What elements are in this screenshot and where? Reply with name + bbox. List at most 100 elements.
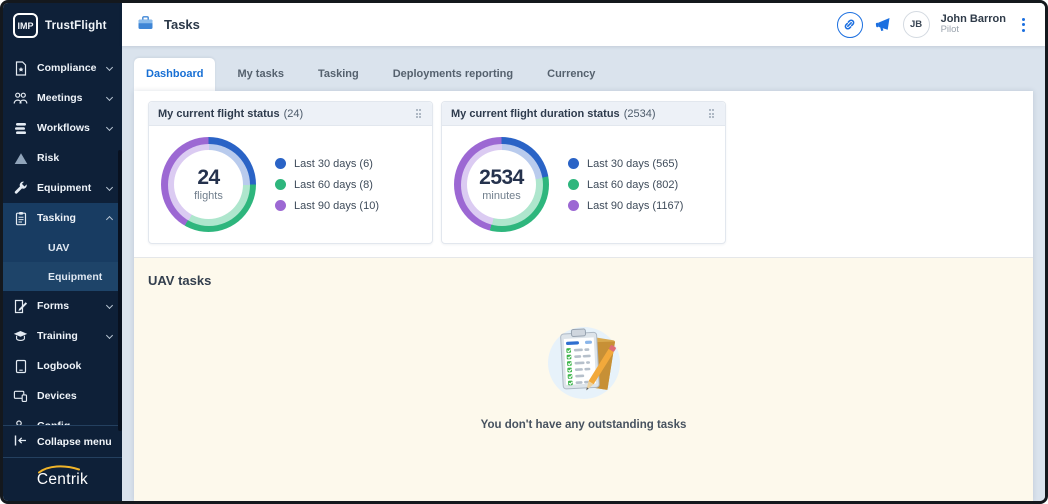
brand-name: TrustFlight [45, 20, 107, 32]
tab-my-tasks[interactable]: My tasks [225, 58, 295, 91]
link-icon [842, 17, 857, 32]
megaphone-icon [874, 16, 892, 33]
card-title: My current flight status [158, 108, 280, 120]
sidebar-item-risk[interactable]: Risk [3, 143, 122, 173]
page-title-text: Tasks [164, 17, 200, 32]
legend-item: Last 90 days (1167) [568, 200, 683, 212]
sidebar-item-meetings[interactable]: Meetings [3, 83, 122, 113]
donut-center: 24 flights [174, 150, 243, 219]
chevron-down-icon [106, 123, 113, 130]
legend-dot-purple [275, 200, 286, 211]
dashboard-panel: My current flight status (24) 24 flights [134, 91, 1033, 501]
card-title: My current flight duration status [451, 108, 620, 120]
logo-badge: IMP [13, 13, 38, 38]
header-actions: JB John Barron Pilot [837, 11, 1030, 38]
sidebar-subitem-equipment[interactable]: Equipment [3, 262, 122, 291]
legend-dot-green [568, 179, 579, 190]
sidebar-scrollbar[interactable] [118, 150, 122, 431]
sidebar-group-tasking: Tasking UAV Equipment [3, 203, 122, 291]
legend-label: Last 90 days (1167) [587, 200, 683, 212]
chart-legend: Last 30 days (6) Last 60 days (8) Last 9… [275, 158, 379, 212]
card-count: (2534) [624, 108, 656, 120]
app-window: IMP TrustFlight Compliance Meetings Work… [0, 0, 1048, 504]
legend-dot-purple [568, 200, 579, 211]
tab-dashboard[interactable]: Dashboard [134, 58, 215, 91]
sidebar-item-workflows[interactable]: Workflows [3, 113, 122, 143]
sidebar-item-devices[interactable]: Devices [3, 381, 122, 411]
logbook-icon [13, 359, 28, 374]
card-count: (24) [284, 108, 304, 120]
chevron-down-icon [106, 93, 113, 100]
chevron-down-icon [106, 301, 113, 308]
collapse-arrow-icon [13, 434, 28, 450]
tab-bar: Dashboard My tasks Tasking Deployments r… [122, 46, 1045, 91]
sidebar-item-config[interactable]: Config [3, 411, 122, 425]
donut-center-value: 2534 [479, 167, 524, 188]
sidebar-nav: Compliance Meetings Workflows Risk Equip… [3, 46, 122, 425]
legend-item: Last 60 days (8) [275, 179, 379, 191]
tab-currency[interactable]: Currency [535, 58, 607, 91]
training-cap-icon [13, 330, 28, 343]
sidebar-item-training[interactable]: Training [3, 321, 122, 351]
tab-deployments-reporting[interactable]: Deployments reporting [381, 58, 525, 91]
donut-center-value: 24 [197, 167, 219, 188]
tasks-briefcase-icon [137, 15, 154, 34]
legend-dot-green [275, 179, 286, 190]
flight-status-card-header: My current flight status (24) [149, 102, 432, 126]
flight-duration-status-card: My current flight duration status (2534)… [441, 101, 726, 244]
more-options-button[interactable] [1017, 16, 1030, 34]
chevron-up-icon [106, 216, 113, 223]
centrik-logo: Centrik [37, 471, 88, 489]
sidebar: IMP TrustFlight Compliance Meetings Work… [3, 3, 122, 501]
page-title: Tasks [137, 15, 200, 34]
tab-tasking[interactable]: Tasking [306, 58, 371, 91]
sidebar-item-label: Tasking [37, 212, 76, 224]
user-menu[interactable]: John Barron Pilot [941, 13, 1006, 37]
sidebar-subitem-label: Equipment [48, 271, 102, 283]
workflows-layers-icon [13, 122, 28, 135]
chevron-down-icon [106, 63, 113, 70]
empty-state: You don't have any outstanding tasks [148, 322, 1019, 431]
legend-item: Last 90 days (10) [275, 200, 379, 212]
sidebar-item-label: Forms [37, 300, 69, 312]
sidebar-item-compliance[interactable]: Compliance [3, 53, 122, 83]
sidebar-footer: Centrik [3, 458, 122, 501]
sidebar-item-label: Risk [37, 152, 59, 164]
legend-label: Last 30 days (565) [587, 158, 678, 170]
sidebar-item-label: Training [37, 330, 78, 342]
flight-status-card: My current flight status (24) 24 flights [148, 101, 433, 244]
avatar[interactable]: JB [903, 11, 930, 38]
sidebar-item-equipment[interactable]: Equipment [3, 173, 122, 203]
legend-label: Last 60 days (8) [294, 179, 373, 191]
collapse-menu-button[interactable]: Collapse menu [3, 425, 122, 458]
link-button[interactable] [837, 12, 863, 38]
legend-label: Last 60 days (802) [587, 179, 678, 191]
sidebar-item-logbook[interactable]: Logbook [3, 351, 122, 381]
main-area: Tasks JB John Barron Pilot Da [122, 3, 1045, 501]
drag-handle-icon[interactable] [707, 107, 717, 120]
flight-duration-card-header: My current flight duration status (2534) [442, 102, 725, 126]
legend-label: Last 30 days (6) [294, 158, 373, 170]
legend-dot-blue [275, 158, 286, 169]
uav-tasks-title: UAV tasks [148, 273, 1019, 288]
chevron-down-icon [106, 331, 113, 338]
legend-label: Last 90 days (10) [294, 200, 379, 212]
legend-item: Last 30 days (565) [568, 158, 683, 170]
equipment-wrench-icon [13, 181, 28, 196]
sidebar-item-label: Logbook [37, 360, 81, 372]
chart-legend: Last 30 days (565) Last 60 days (802) La… [568, 158, 683, 212]
legend-item: Last 60 days (802) [568, 179, 683, 191]
logo[interactable]: IMP TrustFlight [3, 3, 122, 46]
risk-warning-icon [13, 152, 28, 165]
forms-pencil-icon [13, 299, 28, 314]
donut-center-unit: flights [194, 190, 223, 202]
sidebar-subitem-uav[interactable]: UAV [3, 233, 122, 262]
sidebar-item-tasking[interactable]: Tasking [3, 203, 122, 233]
chevron-down-icon [106, 183, 113, 190]
tasking-clipboard-icon [13, 211, 28, 226]
sidebar-item-forms[interactable]: Forms [3, 291, 122, 321]
flight-duration-donut-chart: 2534 minutes [454, 137, 549, 232]
drag-handle-icon[interactable] [414, 107, 424, 120]
flight-status-card-body: 24 flights Last 30 days (6) Last 60 days… [149, 126, 432, 243]
announcements-button[interactable] [874, 16, 892, 33]
